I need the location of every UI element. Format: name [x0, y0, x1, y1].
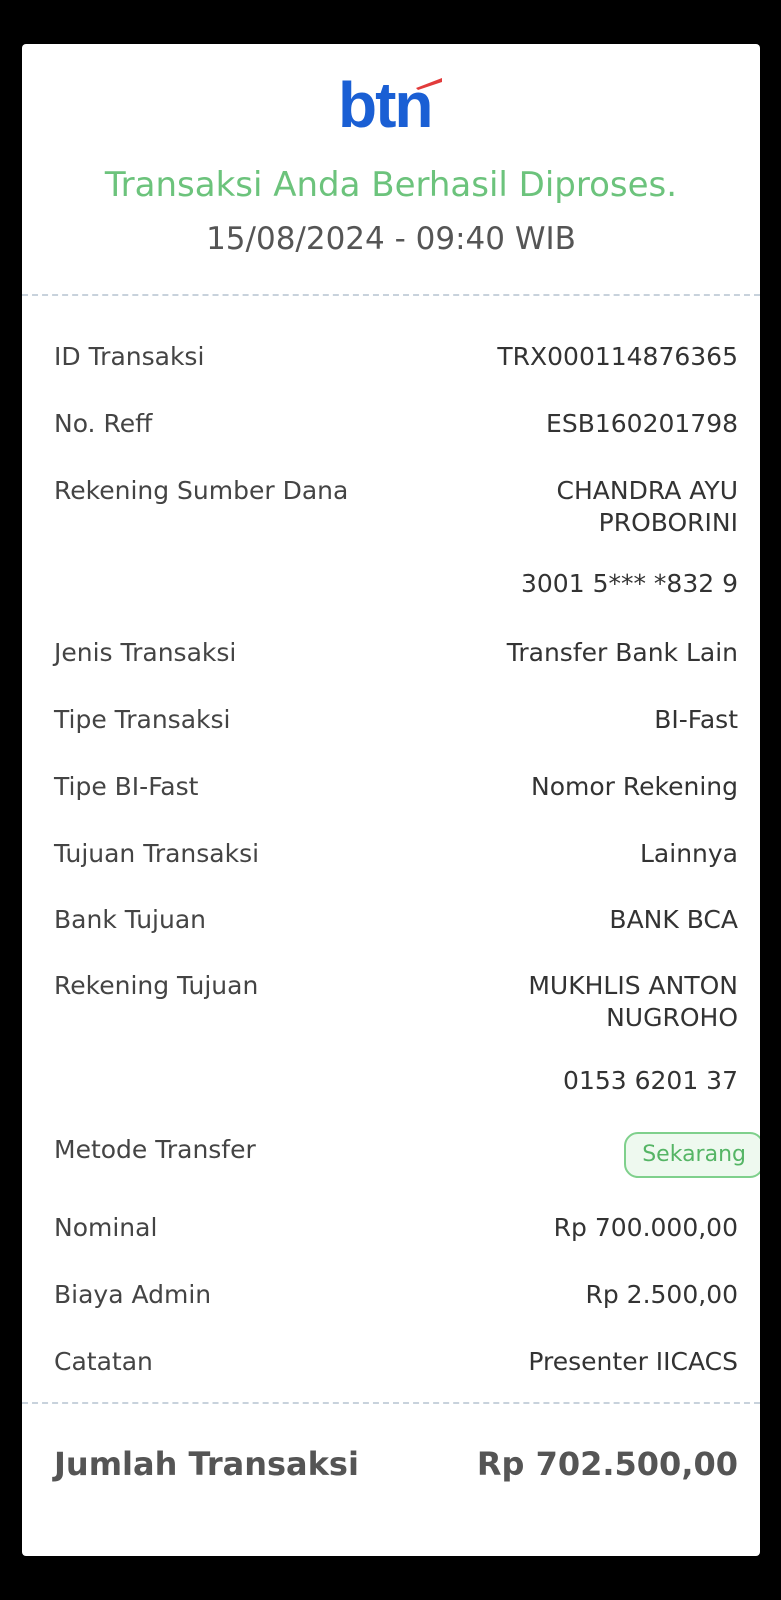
detail-label: No. Reff — [54, 409, 153, 438]
destination-account-name-line1: MUKHLIS ANTON — [528, 971, 738, 1000]
detail-label: Nominal — [54, 1213, 158, 1242]
status-message: Transaksi Anda Berhasil Diproses. — [104, 165, 678, 205]
detail-value: BI-Fast — [654, 705, 738, 734]
source-account-number: 3001 5*** *832 9 — [521, 569, 738, 598]
total-label: Jumlah Transaksi — [54, 1445, 359, 1483]
detail-value: BANK BCA — [609, 905, 738, 934]
detail-label: ID Transaksi — [54, 342, 205, 371]
receipt-card: btn Transaksi Anda Berhasil Diproses. 15… — [22, 44, 760, 1556]
source-account-name-line2: PROBORINI — [598, 508, 738, 537]
detail-value: Presenter IICACS — [528, 1347, 738, 1376]
detail-value: Transfer Bank Lain — [506, 638, 738, 667]
btn-logo-accent-icon — [416, 78, 442, 90]
detail-label: Catatan — [54, 1347, 153, 1376]
detail-value: Lainnya — [640, 839, 738, 868]
detail-label: Tipe Transaksi — [54, 705, 231, 734]
btn-logo: btn — [338, 70, 448, 140]
detail-label: Tipe BI-Fast — [54, 772, 199, 801]
detail-label: Rekening Sumber Dana — [54, 476, 349, 505]
total-divider — [22, 1402, 760, 1404]
detail-label: Tujuan Transaksi — [54, 839, 260, 868]
detail-value: ESB160201798 — [546, 409, 738, 438]
detail-label: Metode Transfer — [54, 1135, 256, 1164]
detail-value: Rp 2.500,00 — [585, 1280, 738, 1309]
source-account-name-line1: CHANDRA AYU — [556, 476, 738, 505]
detail-label: Rekening Tujuan — [54, 971, 259, 1000]
detail-value: Nomor Rekening — [531, 772, 738, 801]
detail-value: Rp 700.000,00 — [553, 1213, 738, 1242]
transfer-method-badge: Sekarang — [624, 1132, 760, 1178]
destination-account-name-line2: NUGROHO — [606, 1003, 738, 1032]
header-divider — [22, 294, 760, 296]
detail-label: Biaya Admin — [54, 1280, 212, 1309]
detail-value: TRX000114876365 — [497, 342, 738, 371]
detail-label: Bank Tujuan — [54, 905, 207, 934]
transaction-datetime: 15/08/2024 - 09:40 WIB — [206, 221, 576, 257]
receipt-header: btn Transaksi Anda Berhasil Diproses. 15… — [22, 44, 760, 300]
total-value: Rp 702.500,00 — [476, 1445, 738, 1483]
destination-account-number: 0153 6201 37 — [563, 1066, 738, 1095]
detail-label: Jenis Transaksi — [54, 638, 237, 667]
